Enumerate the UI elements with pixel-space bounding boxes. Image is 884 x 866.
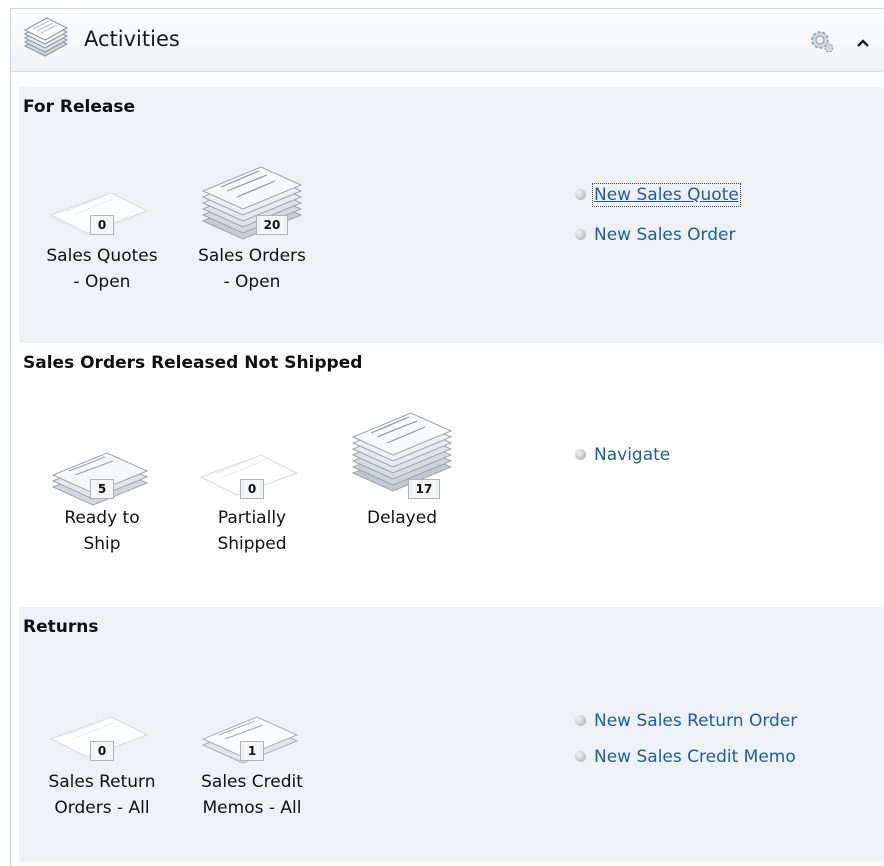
panel-header: Activities	[11, 9, 884, 72]
count-badge: 0	[90, 741, 114, 761]
bullet-icon	[575, 228, 586, 240]
tile-sales-quotes-open[interactable]: 0 Sales Quotes - Open	[27, 177, 177, 307]
bullet-icon	[575, 750, 586, 762]
tile-label-line1: Delayed	[366, 508, 437, 528]
link-new-sales-order[interactable]: New Sales Order	[575, 225, 735, 245]
section-for-release: For Release 0 Sales Quotes - Open 20 Sal…	[19, 87, 884, 343]
bullet-icon	[575, 188, 586, 200]
tile-ready-to-ship[interactable]: 5 Ready to Ship	[27, 435, 177, 575]
count-badge: 0	[240, 479, 264, 499]
tile-sales-return-orders-all[interactable]: 0 Sales Return Orders - All	[27, 699, 177, 839]
count-badge: 17	[408, 479, 440, 499]
panel-title: Activities	[84, 27, 180, 51]
section-title: Returns	[23, 617, 99, 637]
count-badge: 5	[90, 479, 114, 499]
bullet-icon	[575, 714, 586, 726]
section-released-not-shipped: Sales Orders Released Not Shipped 5 Read…	[19, 343, 884, 605]
document-stack-icon	[201, 166, 303, 240]
document-stack-icon	[51, 452, 149, 506]
tile-label-line1: Ready to	[64, 508, 140, 528]
link-navigate[interactable]: Navigate	[575, 445, 670, 465]
link-new-sales-quote[interactable]: New Sales Quote	[575, 183, 741, 207]
document-stack-icon	[351, 412, 453, 492]
tile-label-line1: Sales Quotes	[46, 246, 158, 266]
tile-partially-shipped[interactable]: 0 Partially Shipped	[177, 435, 327, 575]
section-title: Sales Orders Released Not Shipped	[23, 353, 363, 373]
count-badge: 1	[240, 741, 264, 761]
tile-label-line1: Sales Orders	[198, 246, 306, 266]
tile-sales-credit-memos-all[interactable]: 1 Sales Credit Memos - All	[177, 699, 327, 839]
tile-label-line2: Orders - All	[54, 798, 150, 818]
tile-delayed[interactable]: 17 Delayed	[327, 395, 477, 555]
bullet-icon	[575, 448, 586, 460]
gear-icon[interactable]	[809, 29, 835, 57]
count-badge: 0	[90, 215, 114, 235]
link-new-sales-return-order[interactable]: New Sales Return Order	[575, 711, 797, 731]
tile-label-line1: Sales Credit	[201, 772, 303, 792]
tile-label-line1: Sales Return	[48, 772, 156, 792]
section-returns: Returns 0 Sales Return Orders - All 1 Sa…	[19, 607, 884, 862]
chevron-up-icon[interactable]	[856, 33, 870, 52]
tile-label-line2: - Open	[223, 272, 281, 292]
tile-label-line2: - Open	[73, 272, 131, 292]
link-new-sales-credit-memo[interactable]: New Sales Credit Memo	[575, 747, 796, 767]
tile-label-line2: Memos - All	[202, 798, 302, 818]
tile-label-line1: Partially	[217, 508, 287, 528]
section-title: For Release	[23, 97, 136, 117]
activities-panel: Activities For Release 0 Sales Quotes - …	[10, 8, 884, 866]
tile-sales-orders-open[interactable]: 20 Sales Orders - Open	[177, 159, 327, 309]
tile-label-line2: Shipped	[217, 534, 287, 554]
stacked-documents-icon	[19, 16, 71, 66]
count-badge: 20	[256, 215, 288, 235]
tile-label-line2: Ship	[83, 534, 121, 554]
